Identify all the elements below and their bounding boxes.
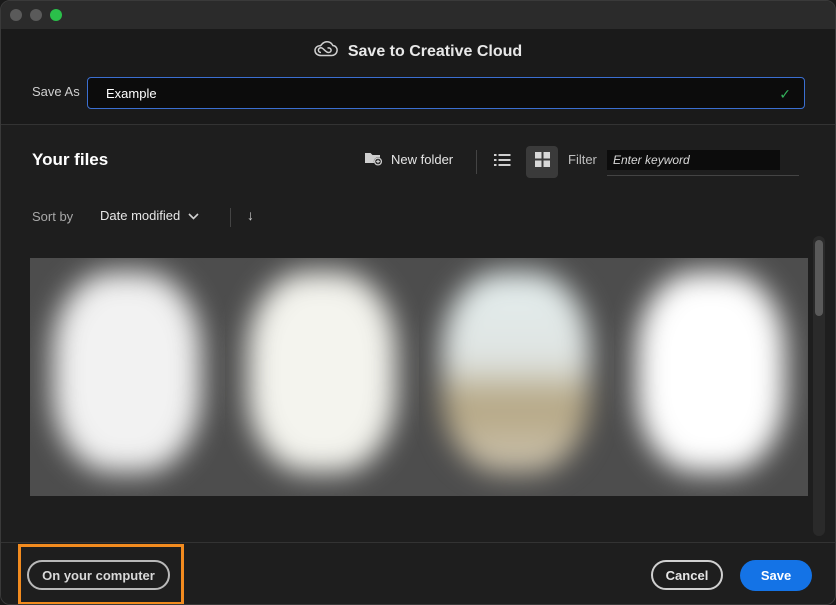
file-thumbnail[interactable] [613,258,808,496]
file-thumbnail[interactable] [224,258,419,496]
file-thumbnails-grid [30,258,808,496]
save-button[interactable]: Save [740,560,812,591]
file-thumbnail[interactable] [419,258,614,496]
list-view-button[interactable] [489,148,515,176]
save-dialog-window: Save to Creative Cloud Save As ✓ Your fi… [0,0,836,605]
dialog-header: Save to Creative Cloud Save As ✓ [1,29,835,125]
filter-label: Filter [568,152,597,167]
window-maximize-button[interactable] [50,9,62,21]
dialog-footer: On your computer Cancel Save [1,542,835,604]
titlebar [1,1,835,29]
save-as-input[interactable] [87,77,805,109]
sort-by-value: Date modified [100,208,181,223]
dialog-title-text: Save to Creative Cloud [347,43,523,61]
checkmark-icon: ✓ [779,86,791,102]
filter-input[interactable] [607,150,780,170]
files-title: Your files [32,150,109,169]
new-folder-button[interactable]: New folder [364,150,453,169]
filter-underline [607,175,799,176]
list-view-icon [493,153,511,172]
toolbar-divider [476,150,477,174]
file-thumbnail[interactable] [30,258,225,496]
arrow-down-icon[interactable]: ↓ [247,207,254,223]
window-close-button[interactable] [10,9,22,21]
chevron-down-icon [188,208,199,223]
sort-divider [230,208,231,227]
window-minimize-button[interactable] [30,9,42,21]
files-panel: Your files New folder Filter Enter keywo… [1,126,835,542]
new-folder-label: New folder [391,152,454,167]
creative-cloud-icon [314,40,338,62]
grid-view-icon [534,152,550,172]
dialog-title: Save to Creative Cloud [1,41,835,63]
save-as-label: Save As [32,84,80,99]
on-your-computer-button[interactable]: On your computer [27,560,170,590]
new-folder-icon [364,150,391,169]
cancel-button[interactable]: Cancel [651,560,723,590]
sort-by-dropdown[interactable]: Date modified [100,208,199,223]
sort-by-label: Sort by [32,209,74,224]
grid-view-button[interactable] [526,146,558,178]
files-scrollbar[interactable] [813,236,825,536]
scrollbar-thumb[interactable] [815,240,823,316]
